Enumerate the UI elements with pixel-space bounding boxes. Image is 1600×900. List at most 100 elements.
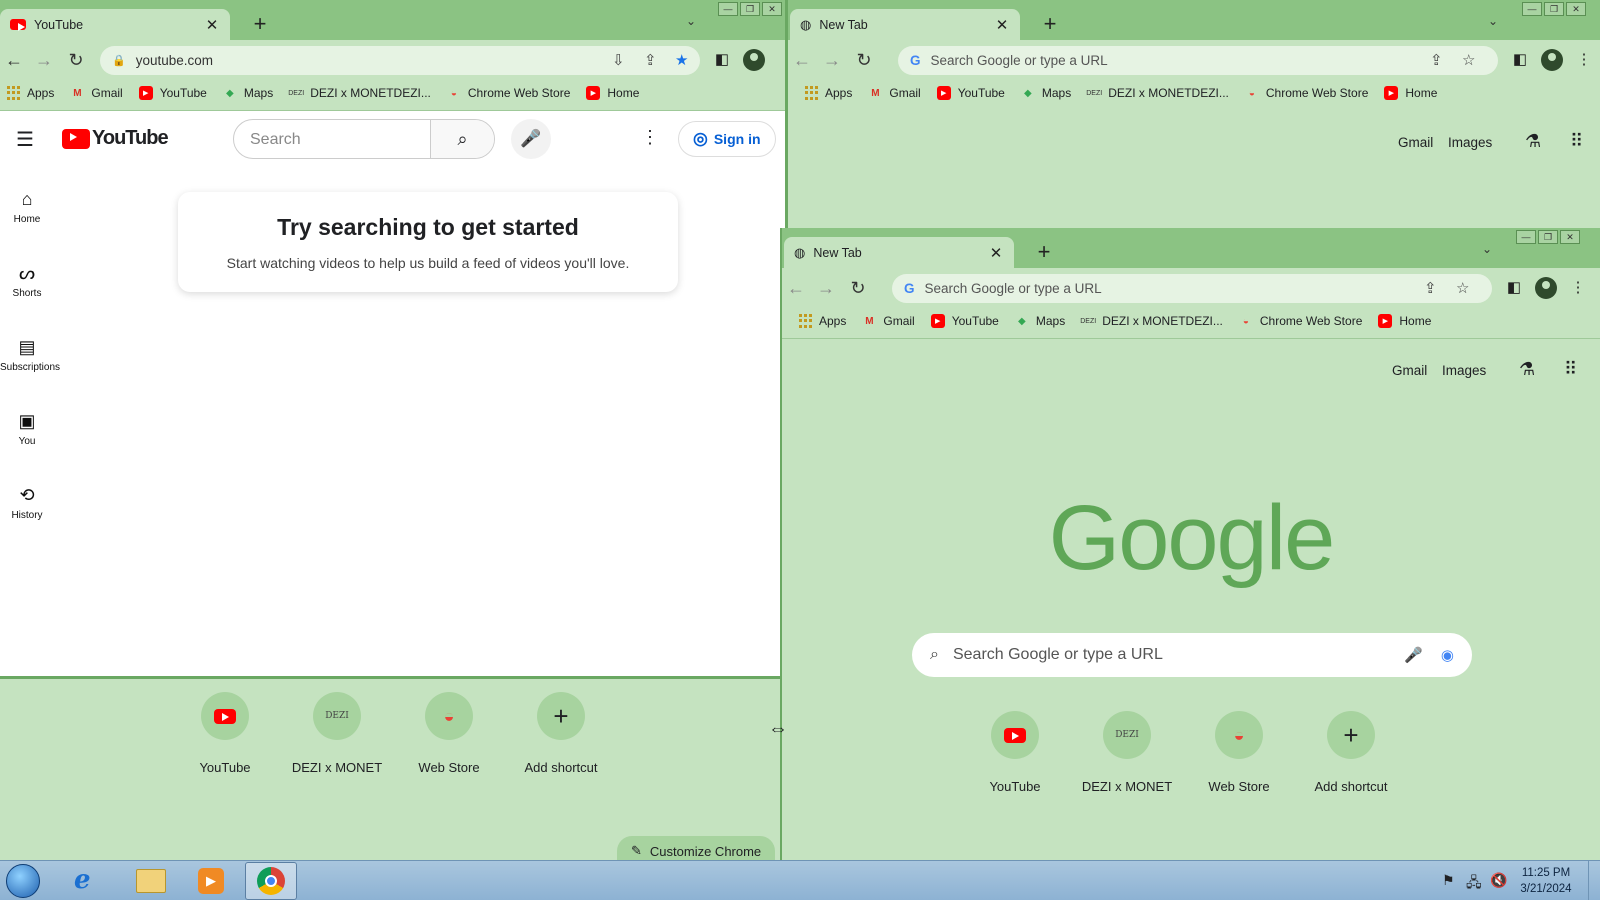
- side-panel-icon[interactable]: ◧: [1504, 278, 1524, 298]
- share-icon[interactable]: ⇪: [1424, 279, 1437, 297]
- new-tab-button[interactable]: +: [1038, 13, 1062, 37]
- shortcut-dezi[interactable]: DEZI DEZI x MONET: [1072, 711, 1182, 794]
- show-desktop-button[interactable]: [1588, 861, 1600, 900]
- shortcut-youtube[interactable]: YouTube: [960, 711, 1070, 794]
- bookmark-chrome-web-store[interactable]: ◒ Chrome Web Store: [1239, 314, 1363, 328]
- bookmark-chrome-web-store[interactable]: ◒ Chrome Web Store: [1245, 86, 1369, 100]
- side-panel-icon[interactable]: ◧: [712, 50, 732, 70]
- clock[interactable]: 11:25 PM 3/21/2024: [1516, 865, 1576, 897]
- reload-icon[interactable]: ↻: [64, 48, 88, 72]
- close-window-icon[interactable]: ✕: [762, 2, 782, 16]
- youtube-search-input[interactable]: Search: [234, 120, 430, 158]
- chrome-taskbar-button[interactable]: [245, 862, 297, 900]
- tab-search-chevron-icon[interactable]: ⌄: [1488, 14, 1498, 28]
- add-shortcut-button[interactable]: + Add shortcut: [1296, 711, 1406, 794]
- shortcut-web-store[interactable]: ◒ Web Store: [394, 692, 504, 775]
- bookmark-home[interactable]: ▶ Home: [586, 86, 639, 100]
- chrome-menu-icon[interactable]: ⋮: [1568, 278, 1588, 298]
- sidebar-item-history[interactable]: ⟲ History: [0, 485, 54, 521]
- bookmark-dezi[interactable]: DEZI DEZI x MONETDEZI...: [1080, 314, 1223, 328]
- bookmark-youtube[interactable]: ▶ YouTube: [930, 314, 999, 328]
- shortcut-youtube[interactable]: YouTube: [170, 692, 280, 775]
- google-search-box[interactable]: ⌕ Search Google or type a URL 🎤 ◉: [912, 633, 1472, 677]
- minimize-icon[interactable]: —: [1522, 2, 1542, 16]
- bookmark-gmail[interactable]: M Gmail: [868, 86, 921, 100]
- menu-icon[interactable]: ☰: [16, 127, 34, 152]
- images-link[interactable]: Images: [1442, 363, 1486, 378]
- bookmark-dezi[interactable]: DEZI DEZI x MONETDEZI...: [288, 86, 431, 100]
- minimize-icon[interactable]: —: [718, 2, 738, 16]
- tab-new-tab[interactable]: ◍ New Tab ✕: [790, 9, 1020, 40]
- back-icon[interactable]: ←: [790, 48, 814, 72]
- action-center-flag-icon[interactable]: ⚑: [1442, 872, 1455, 889]
- voice-search-icon[interactable]: 🎤: [511, 119, 551, 159]
- reload-icon[interactable]: ↻: [846, 276, 870, 300]
- tab-youtube[interactable]: YouTube ✕: [0, 9, 230, 40]
- close-tab-icon[interactable]: ✕: [994, 17, 1010, 34]
- customize-chrome-button[interactable]: ✎ Customize Chrome: [617, 836, 776, 860]
- sidebar-item-subscriptions[interactable]: ▤ Subscriptions: [0, 337, 60, 373]
- google-lens-icon[interactable]: ◉: [1441, 646, 1454, 664]
- tab-search-chevron-icon[interactable]: ⌄: [686, 14, 696, 28]
- youtube-logo[interactable]: YouTube: [62, 127, 169, 150]
- gmail-link[interactable]: Gmail: [1392, 363, 1427, 378]
- address-bar[interactable]: G Search Google or type a URL ⇪ ☆: [898, 46, 1498, 75]
- voice-search-icon[interactable]: 🎤: [1404, 646, 1423, 664]
- volume-muted-icon[interactable]: 🔇: [1490, 872, 1507, 889]
- google-search-input[interactable]: Search Google or type a URL: [953, 646, 1404, 664]
- profile-avatar[interactable]: [743, 49, 765, 71]
- bookmark-gmail[interactable]: M Gmail: [70, 86, 123, 100]
- sign-in-button[interactable]: ◎ Sign in: [678, 121, 776, 157]
- shortcut-web-store[interactable]: ◒ Web Store: [1184, 711, 1294, 794]
- bookmark-home[interactable]: ▶ Home: [1384, 86, 1437, 100]
- install-app-icon[interactable]: ⇩: [612, 51, 625, 69]
- forward-icon[interactable]: →: [820, 48, 844, 72]
- address-bar[interactable]: G Search Google or type a URL ⇪ ☆: [892, 274, 1492, 303]
- add-shortcut-button[interactable]: + Add shortcut: [506, 692, 616, 775]
- bookmark-apps[interactable]: Apps: [798, 314, 846, 328]
- network-icon[interactable]: 🖧: [1466, 872, 1482, 896]
- bookmark-star-icon[interactable]: ☆: [1456, 279, 1469, 297]
- forward-icon[interactable]: →: [814, 276, 838, 300]
- share-icon[interactable]: ⇪: [1430, 51, 1443, 69]
- file-explorer-icon[interactable]: [136, 869, 166, 893]
- maximize-icon[interactable]: ❐: [1544, 2, 1564, 16]
- bookmark-maps[interactable]: ◆ Maps: [1021, 86, 1071, 100]
- close-tab-icon[interactable]: ✕: [988, 245, 1004, 262]
- sidebar-item-you[interactable]: ▣ You: [0, 411, 54, 447]
- profile-avatar[interactable]: [1535, 277, 1557, 299]
- bookmark-home[interactable]: ▶ Home: [1378, 314, 1431, 328]
- internet-explorer-icon[interactable]: e: [74, 865, 91, 895]
- maximize-icon[interactable]: ❐: [1538, 230, 1558, 244]
- media-player-icon[interactable]: ▶: [198, 868, 224, 894]
- bookmark-gmail[interactable]: M Gmail: [862, 314, 915, 328]
- sidebar-item-shorts[interactable]: ᔕ Shorts: [0, 263, 54, 299]
- forward-icon[interactable]: →: [32, 48, 56, 72]
- side-panel-icon[interactable]: ◧: [1510, 50, 1530, 70]
- start-button[interactable]: [6, 864, 40, 898]
- close-window-icon[interactable]: ✕: [1560, 230, 1580, 244]
- bookmark-star-icon[interactable]: ★: [675, 51, 688, 69]
- profile-avatar[interactable]: [1541, 49, 1563, 71]
- tab-new-tab[interactable]: ◍ New Tab ✕: [784, 237, 1014, 268]
- gmail-link[interactable]: Gmail: [1398, 135, 1433, 150]
- shortcut-dezi[interactable]: DEZI DEZI x MONET: [282, 692, 392, 775]
- bookmark-dezi[interactable]: DEZI DEZI x MONETDEZI...: [1086, 86, 1229, 100]
- minimize-icon[interactable]: —: [1516, 230, 1536, 244]
- labs-flask-icon[interactable]: ⚗: [1525, 131, 1541, 152]
- bookmark-maps[interactable]: ◆ Maps: [223, 86, 273, 100]
- google-apps-icon[interactable]: ⠿: [1564, 359, 1577, 380]
- reload-icon[interactable]: ↻: [852, 48, 876, 72]
- labs-flask-icon[interactable]: ⚗: [1519, 359, 1535, 380]
- youtube-search-button[interactable]: ⌕: [430, 120, 494, 158]
- bookmark-apps[interactable]: Apps: [6, 86, 54, 100]
- bookmark-maps[interactable]: ◆ Maps: [1015, 314, 1065, 328]
- back-icon[interactable]: ←: [784, 276, 808, 300]
- address-bar[interactable]: 🔒 youtube.com ⇩ ⇪ ★: [100, 46, 700, 75]
- close-window-icon[interactable]: ✕: [1566, 2, 1586, 16]
- bookmark-apps[interactable]: Apps: [804, 86, 852, 100]
- more-options-icon[interactable]: ⋮: [641, 127, 659, 148]
- share-icon[interactable]: ⇪: [644, 51, 657, 69]
- back-icon[interactable]: ←: [2, 48, 26, 72]
- images-link[interactable]: Images: [1448, 135, 1492, 150]
